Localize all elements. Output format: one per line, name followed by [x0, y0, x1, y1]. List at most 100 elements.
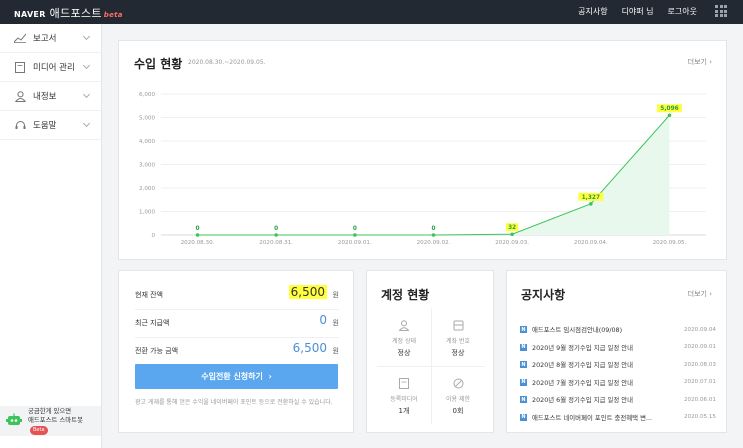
- x-tick-label: 2020.09.03.: [495, 240, 529, 246]
- sidebar-item-report[interactable]: 보고서: [0, 24, 101, 53]
- user-icon: [398, 319, 410, 331]
- brand-logo[interactable]: NAVER 애드포스트 beta: [14, 5, 123, 21]
- y-tick-label: 4,000: [139, 139, 155, 145]
- currency-unit: 원: [332, 347, 339, 355]
- headset-icon: [14, 119, 26, 131]
- naver-logo-text: NAVER: [14, 10, 46, 19]
- smartbot-banner[interactable]: 궁금한게 있으면 애드포스트 스마트봇 Beta: [0, 406, 101, 436]
- bank-account-cell[interactable]: 계좌 번호 정상: [431, 308, 485, 366]
- recent-payment-value: 0: [319, 313, 327, 327]
- notice-badge-icon: N: [520, 343, 527, 351]
- sidebar-item-label: 내정보: [33, 92, 57, 102]
- user-icon: [14, 90, 26, 102]
- y-tick-label: 2,000: [139, 186, 155, 192]
- data-point: [274, 233, 278, 237]
- recent-payment-row: 최근 지급액 0 원: [135, 313, 339, 333]
- notice-item[interactable]: N 2020년 6월 정기수입 지급 일정 안내 2020.06.01: [520, 391, 716, 409]
- x-tick-label: 2020.08.30.: [181, 240, 215, 246]
- data-label: 0: [274, 226, 278, 232]
- data-label: 0: [196, 226, 200, 232]
- y-tick-label: 3,000: [139, 163, 155, 169]
- smartbot-line1: 궁금한게 있으면: [28, 407, 72, 415]
- notice-item[interactable]: N 2020년 7월 정기수입 지급 일정 안내 2020.07.01: [520, 374, 716, 392]
- sidebar-item-label: 보고서: [33, 34, 57, 44]
- top-nav-logout-link[interactable]: 로그아웃: [668, 6, 697, 17]
- robot-icon: [6, 412, 22, 431]
- notice-badge-icon: N: [520, 378, 527, 386]
- current-balance-row: 현재 잔액 6,500 원: [135, 285, 339, 305]
- data-label: 1,327: [582, 195, 600, 201]
- top-nav-notice-link[interactable]: 공지사항: [578, 6, 607, 17]
- document-icon: [14, 61, 26, 73]
- notice-more-link[interactable]: 더보기 ›: [688, 289, 712, 299]
- current-balance-label: 현재 잔액: [135, 291, 163, 299]
- income-chart: 0 1,000 2,000 3,000 4,000 5,000 6,000 2020.08.3…: [139, 92, 706, 246]
- notice-item[interactable]: N 2020년 9월 정기수입 지급 일정 안내 2020.09.01: [520, 339, 716, 357]
- top-nav: 공지사항 디야퍼 님 로그아웃: [578, 6, 697, 17]
- account-state-cell[interactable]: 계정 상태 정상: [377, 308, 431, 366]
- x-tick-label: 2020.09.05.: [653, 240, 687, 246]
- beta-mark: beta: [103, 11, 123, 19]
- top-bar: NAVER 애드포스트 beta 공지사항 디야퍼 님 로그아웃: [0, 0, 743, 24]
- chevron-down-icon: [82, 61, 91, 70]
- usage-restriction-cell[interactable]: 이용 제한 0회: [431, 366, 485, 424]
- sidebar-item-label: 도움말: [33, 121, 57, 131]
- data-point: [195, 233, 200, 237]
- notice-badge-icon: N: [520, 413, 527, 421]
- notice-badge-icon: N: [520, 396, 527, 404]
- x-tick-label: 2020.09.02.: [417, 240, 451, 246]
- y-tick-label: 5,000: [139, 116, 155, 122]
- notice-item[interactable]: N 2020년 8월 정기수입 지급 일정 안내 2020.08.03: [520, 356, 716, 374]
- chevron-down-icon: [82, 119, 91, 128]
- convertible-amount-row: 전환 가능 금액 6,500 원: [135, 341, 339, 361]
- data-point: [431, 233, 436, 237]
- x-tick-label: 2020.09.04.: [574, 240, 608, 246]
- data-point: [589, 202, 593, 206]
- adpost-logo-text: 애드포스트: [49, 7, 102, 20]
- account-status-card: 계정 현황 계정 상태 정상 계좌 번호 정상 등록미디어 1개 이용 제한 0…: [366, 270, 494, 433]
- balance-note: 광고 게재를 통해 얻은 수익을 네이버페이 포인트 등으로 전환하실 수 있습…: [135, 399, 333, 406]
- notice-badge-icon: N: [520, 326, 527, 334]
- data-label: 5,096: [660, 106, 678, 112]
- apps-grid-icon[interactable]: [715, 5, 727, 17]
- income-status-card: 수입 현황 2020.08.30.~2020.09.05. 더보기 › 0 1,0…: [118, 40, 727, 260]
- sidebar-item-label: 미디어 관리: [33, 63, 75, 73]
- data-label: 32: [508, 225, 516, 231]
- notice-item[interactable]: N 애드포스트 임시점검안내(09/08) 2020.09.04: [520, 321, 716, 339]
- chevron-down-icon: [82, 90, 91, 99]
- series-area: [197, 115, 670, 235]
- data-point: [667, 113, 672, 118]
- sidebar-item-help[interactable]: 도움말: [0, 111, 101, 140]
- x-tick-label: 2020.09.01.: [338, 240, 372, 246]
- recent-payment-label: 최근 지급액: [135, 319, 170, 327]
- currency-unit: 원: [332, 319, 339, 327]
- beta-badge: Beta: [30, 426, 48, 435]
- convertible-amount-value: 6,500: [292, 341, 327, 355]
- smartbot-line2: 애드포스트 스마트봇: [28, 416, 83, 424]
- chart-line-icon: [14, 32, 26, 44]
- bank-icon: [452, 319, 464, 331]
- account-grid: 계정 상태 정상 계좌 번호 정상 등록미디어 1개 이용 제한 0회: [377, 308, 485, 424]
- data-label: 0: [353, 226, 357, 232]
- media-icon: [398, 377, 410, 389]
- apply-conversion-button[interactable]: 수입전환 신청하기 ›: [135, 364, 338, 389]
- balance-card: 현재 잔액 6,500 원 최근 지급액 0 원 전환 가능 금액 6,500 …: [118, 270, 354, 433]
- sidebar-item-media[interactable]: 미디어 관리: [0, 53, 101, 82]
- chevron-down-icon: [82, 32, 91, 41]
- currency-unit: 원: [332, 291, 339, 299]
- account-title: 계정 현황: [381, 288, 430, 302]
- y-tick-label: 1,000: [139, 210, 155, 216]
- sidebar-item-myinfo[interactable]: 내정보: [0, 82, 101, 111]
- sidebar: 보고서 미디어 관리 내정보 도움말 궁금한게 있으면 애드포스트 스마트봇 Be…: [0, 24, 102, 448]
- notice-card: 공지사항 더보기 › N 애드포스트 임시점검안내(09/08) 2020.09.0…: [506, 270, 727, 433]
- notice-item[interactable]: N 애드포스트 네이버페이 포인트 충전혜택 변... 2020.05.15: [520, 409, 716, 427]
- current-balance-value: 6,500: [288, 285, 327, 299]
- data-point: [353, 233, 357, 237]
- notice-title: 공지사항: [521, 288, 566, 302]
- registered-media-cell[interactable]: 등록미디어 1개: [377, 366, 431, 424]
- data-point: [510, 232, 514, 237]
- top-nav-user-link[interactable]: 디야퍼 님: [622, 6, 654, 17]
- notice-badge-icon: N: [520, 361, 527, 369]
- y-tick-label: 6,000: [139, 92, 155, 98]
- x-tick-label: 2020.08.31.: [259, 240, 293, 246]
